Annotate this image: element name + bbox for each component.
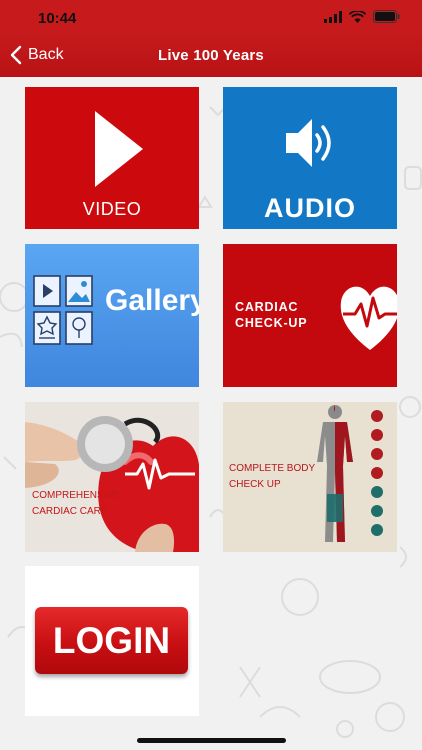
nav-bar: Back Live 100 Years [0, 36, 422, 77]
login-tile[interactable]: LOGIN [25, 566, 199, 716]
battery-icon [373, 10, 400, 23]
gallery-icons [33, 275, 93, 345]
gallery-label: Gallery [105, 284, 199, 317]
home-indicator [137, 738, 286, 743]
status-icons [324, 10, 400, 23]
audio-tile[interactable]: AUDIO [223, 87, 397, 229]
speaker-icon [286, 119, 331, 167]
page-title: Live 100 Years [158, 47, 264, 64]
cardiac-checkup-tile[interactable]: CARDIAC CHECK-UP [223, 244, 397, 387]
heart-pulse-icon [340, 286, 397, 350]
audio-label: AUDIO [264, 193, 356, 223]
wifi-icon [349, 10, 366, 23]
cardiac-checkup-label: CARDIAC CHECK-UP [235, 300, 308, 330]
signal-icon [324, 10, 342, 23]
status-time: 10:44 [38, 10, 77, 27]
login-button[interactable]: LOGIN [35, 607, 188, 674]
video-tile[interactable]: VIDEO [25, 87, 199, 229]
body-anatomy-image [317, 405, 383, 542]
gallery-tile[interactable]: Gallery [25, 244, 199, 387]
status-bar: 10:44 [0, 0, 422, 36]
comprehensive-cardiac-care-label: COMPREHENSIVE CARDIAC CARE [32, 490, 120, 517]
play-icon [95, 111, 143, 187]
video-label: VIDEO [82, 199, 142, 219]
stethoscope-heart-image [25, 416, 199, 552]
comprehensive-cardiac-care-tile[interactable]: COMPREHENSIVE CARDIAC CARE [25, 402, 199, 552]
complete-body-checkup-tile[interactable]: COMPLETE BODY CHECK UP [223, 402, 397, 552]
